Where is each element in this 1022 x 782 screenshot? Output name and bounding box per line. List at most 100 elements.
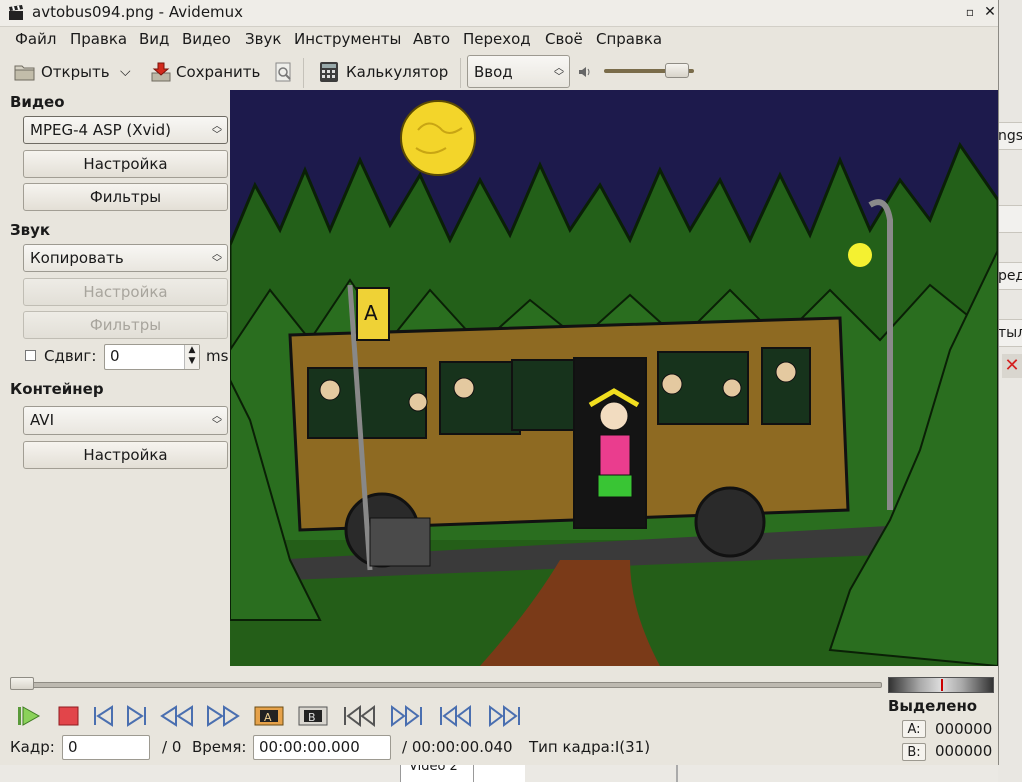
next-frame-icon[interactable] (124, 704, 150, 728)
menu-go[interactable]: Переход (463, 30, 531, 48)
marker-a-value: 000000 (935, 720, 993, 738)
updown-arrows-icon: ︿ ﹀ (212, 249, 222, 269)
audio-codec-select[interactable]: Копировать ︿ ﹀ (23, 244, 228, 272)
frame-input[interactable]: 0 (62, 735, 150, 760)
marker-b-value: 000000 (935, 742, 993, 760)
menu-tools[interactable]: Инструменты (294, 30, 401, 48)
title-bar[interactable]: avtobus094.png - Avidemux ▫ ✕ (0, 0, 998, 27)
close-window-icon[interactable]: ✕ (982, 4, 998, 20)
shift-label: Сдвиг: (44, 347, 97, 365)
menu-bar: Файл Правка Вид Видео Звук Инструменты А… (0, 27, 998, 53)
menu-video[interactable]: Видео (182, 30, 231, 48)
open-recent-dropdown[interactable]: ⌵ (120, 60, 131, 84)
time-total: / 00:00:00.040 (402, 738, 513, 756)
chevron-down-icon: ⌵ (120, 64, 131, 80)
save-label: Сохранить (176, 63, 261, 81)
selection-header: Выделено (888, 697, 978, 715)
shift-value: 0 (110, 347, 120, 365)
audio-config-button[interactable]: Настройка (23, 278, 228, 306)
background-window-fragment: ngs ред тыл ✕ (998, 0, 1022, 782)
shift-spinner[interactable]: ▲ ▼ (184, 345, 199, 369)
marker-b-label: B: (902, 743, 926, 761)
video-filters-button[interactable]: Фильтры (23, 183, 228, 211)
minimize-icon[interactable]: ▫ (962, 4, 978, 20)
menu-file[interactable]: Файл (15, 30, 56, 48)
open-label: Открыть (41, 63, 110, 81)
open-button[interactable]: Открыть (14, 60, 110, 84)
updown-arrows-icon: ︿ ﹀ (212, 121, 222, 141)
video-config-button[interactable]: Настройка (23, 150, 228, 178)
properties-icon (275, 62, 291, 82)
background-text-fragment: ред (998, 262, 1022, 290)
folder-icon (14, 65, 35, 81)
menu-view[interactable]: Вид (139, 30, 169, 48)
updown-arrows-icon: ︿ ﹀ (554, 63, 564, 83)
save-icon (151, 62, 171, 82)
speaker-icon (579, 67, 590, 77)
container-select[interactable]: AVI ︿ ﹀ (23, 406, 228, 435)
menu-audio[interactable]: Звук (245, 30, 281, 48)
previous-frame-icon[interactable] (90, 704, 116, 728)
container-value: AVI (30, 411, 54, 429)
stop-icon[interactable] (56, 704, 82, 728)
svg-text:A: A (264, 711, 272, 724)
moon-shape (400, 100, 476, 176)
calculator-label: Калькулятор (346, 63, 449, 81)
lamp-light (848, 243, 872, 267)
marker-a-label: A: (902, 720, 926, 738)
timeline-thumb[interactable] (10, 677, 34, 690)
set-marker-a-icon[interactable]: A (254, 704, 284, 728)
set-marker-b-icon[interactable]: B (298, 704, 328, 728)
next-keyframe-icon[interactable] (388, 704, 424, 728)
svg-text:B: B (308, 711, 316, 724)
rewind-icon[interactable] (160, 704, 194, 728)
toolbar: Открыть ⌵ Сохранить Калькулятор Ввод ︿ ﹀ (0, 54, 998, 90)
avidemux-window: avtobus094.png - Avidemux ▫ ✕ Файл Правк… (0, 0, 999, 765)
shift-input[interactable]: 0 ▲ ▼ (104, 344, 200, 370)
previous-keyframe-icon[interactable] (342, 704, 378, 728)
menu-help[interactable]: Справка (596, 30, 662, 48)
clapperboard-icon (9, 5, 23, 20)
play-icon[interactable] (15, 704, 41, 728)
background-text-fragment: ngs (998, 122, 1022, 150)
properties-button[interactable] (272, 60, 294, 84)
video-codec-select[interactable]: MPEG-4 ASP (Xvid) ︿ ﹀ (23, 116, 228, 144)
background-label: ngs (998, 128, 1022, 144)
audio-codec-value: Копировать (30, 249, 124, 267)
close-icon[interactable]: ✕ (1002, 354, 1022, 378)
background-field-fragment (998, 205, 1022, 233)
background-tab: Video 2 (400, 759, 525, 782)
divider (676, 765, 678, 782)
time-input[interactable]: 00:00:00.000 (253, 735, 391, 760)
menu-custom[interactable]: Своё (545, 30, 583, 48)
input-select[interactable]: Ввод ︿ ﹀ (467, 55, 570, 88)
container-config-button[interactable]: Настройка (23, 441, 228, 469)
timeline-track[interactable] (10, 682, 882, 688)
container-section-header: Контейнер (10, 380, 104, 398)
time-value: 00:00:00.000 (259, 738, 360, 756)
updown-arrows-icon: ︿ ﹀ (212, 411, 222, 431)
volume-slider-thumb[interactable] (665, 63, 690, 78)
frame-total: / 0 (162, 738, 182, 756)
shift-checkbox[interactable] (25, 350, 36, 361)
audio-section-header: Звук (10, 221, 51, 239)
volume-meter (888, 677, 994, 693)
toolbar-separator (303, 58, 304, 88)
menu-edit[interactable]: Правка (70, 30, 127, 48)
go-to-end-icon[interactable] (486, 704, 522, 728)
go-to-start-icon[interactable] (438, 704, 474, 728)
video-section-header: Видео (10, 93, 65, 111)
video-codec-value: MPEG-4 ASP (Xvid) (30, 121, 171, 139)
save-button[interactable]: Сохранить (150, 60, 260, 84)
time-label: Время: (192, 738, 247, 756)
window-title: avtobus094.png - Avidemux (32, 3, 244, 21)
menu-auto[interactable]: Авто (413, 30, 450, 48)
fast-forward-icon[interactable] (206, 704, 240, 728)
divider (473, 765, 474, 782)
frame-type: Тип кадра:I(31) (529, 738, 651, 756)
input-select-value: Ввод (474, 63, 513, 81)
calculator-button[interactable]: Калькулятор (318, 60, 448, 84)
frame-label: Кадр: (10, 738, 55, 756)
audio-filters-button[interactable]: Фильтры (23, 311, 228, 339)
video-preview: A (230, 90, 998, 666)
